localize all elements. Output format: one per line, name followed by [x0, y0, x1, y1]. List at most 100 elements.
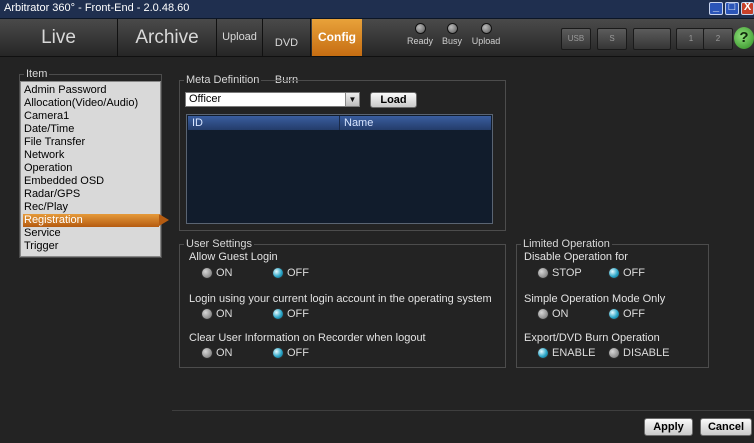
upload-indicator-icon [480, 23, 492, 34]
meta-table: ID Name [186, 114, 493, 224]
disable-operation-off-radio[interactable]: OFF [608, 266, 645, 280]
radio-label: ON [216, 308, 233, 320]
radio-selected-icon [608, 267, 620, 279]
status-ready: Ready [403, 23, 437, 46]
list-item[interactable]: Network [23, 149, 169, 162]
apply-button[interactable]: Apply [644, 418, 693, 436]
limited-operation-title: Limited Operation [521, 238, 612, 250]
list-item-selected[interactable]: Registration [23, 214, 169, 227]
status-ready-label: Ready [406, 36, 433, 46]
radio-label: ON [216, 267, 233, 279]
list-item[interactable]: Operation [23, 162, 169, 175]
busy-indicator-icon [446, 23, 458, 34]
list-item[interactable]: Admin Password [23, 84, 169, 97]
status-upload: Upload [467, 23, 505, 46]
disable-operation-stop-radio[interactable]: STOP [537, 266, 582, 280]
allow-guest-login-label: Allow Guest Login [189, 251, 278, 263]
list-item[interactable]: Embedded OSD [23, 175, 169, 188]
tab-dvd-burn[interactable]: DVD Burn [263, 19, 311, 86]
meta-table-header: ID Name [188, 116, 491, 130]
simple-mode-label: Simple Operation Mode Only [524, 293, 666, 305]
close-icon: X [743, 1, 752, 13]
meta-dropdown[interactable]: Officer ▼ [185, 92, 360, 107]
cancel-button[interactable]: Cancel [700, 418, 752, 436]
export-dvd-disable-radio[interactable]: DISABLE [608, 346, 669, 360]
status-upload-label: Upload [471, 36, 501, 46]
list-item[interactable]: File Transfer [23, 136, 169, 149]
footer-divider [172, 410, 754, 411]
radio-icon [537, 308, 549, 320]
radio-label: ON [216, 347, 233, 359]
login-current-account-label: Login using your current login account i… [189, 293, 492, 305]
radio-icon [608, 347, 620, 359]
window-title-bar: Arbitrator 360° - Front-End - 2.0.48.60 … [0, 0, 754, 19]
list-item[interactable]: Allocation(Video/Audio) [23, 97, 169, 110]
radio-label: OFF [623, 308, 645, 320]
radio-icon [537, 267, 549, 279]
radio-icon [201, 308, 213, 320]
usb-icon[interactable]: USB [561, 28, 591, 50]
login-current-account-off-radio[interactable]: OFF [272, 307, 309, 321]
usb-secondary-icon[interactable]: S [597, 28, 627, 50]
meta-definition-title: Meta Definition [184, 74, 262, 86]
minimize-icon: _ [712, 1, 720, 13]
export-dvd-enable-radio[interactable]: ENABLE [537, 346, 595, 360]
radio-selected-icon [272, 347, 284, 359]
radio-label: OFF [287, 347, 309, 359]
minimize-button[interactable]: _ [709, 1, 723, 15]
window-title: Arbitrator 360° - Front-End - 2.0.48.60 [4, 2, 190, 14]
list-item[interactable]: Radar/GPS [23, 188, 169, 201]
tab-config[interactable]: Config [312, 19, 362, 56]
tab-live[interactable]: Live [0, 19, 118, 56]
clear-user-info-on-radio[interactable]: ON [201, 346, 233, 360]
tab-upload[interactable]: Upload [216, 19, 263, 56]
item-panel: Item Admin Password Allocation(Video/Aud… [19, 68, 169, 258]
list-item[interactable]: Trigger [23, 240, 169, 253]
column-header-id[interactable]: ID [188, 116, 340, 130]
user-settings-title: User Settings [184, 238, 255, 250]
column-header-name[interactable]: Name [340, 116, 491, 130]
clear-user-info-label: Clear User Information on Recorder when … [189, 332, 426, 344]
radio-icon [201, 347, 213, 359]
help-icon[interactable]: ? [734, 27, 754, 49]
meta-dropdown-value: Officer [189, 93, 222, 105]
main-toolbar: Live Archive Upload DVD Burn Config Read… [0, 19, 754, 86]
allow-guest-login-off-radio[interactable]: OFF [272, 266, 309, 280]
radio-label: OFF [287, 267, 309, 279]
close-button[interactable]: X [741, 1, 754, 15]
list-item[interactable]: Rec/Play [23, 201, 169, 214]
ready-indicator-icon [414, 23, 426, 34]
list-item[interactable]: Service [23, 227, 169, 240]
radio-selected-icon [537, 347, 549, 359]
login-current-account-on-radio[interactable]: ON [201, 307, 233, 321]
radio-label: OFF [287, 308, 309, 320]
list-item[interactable]: Camera1 [23, 110, 169, 123]
tab-dvd-burn-line1: DVD [274, 37, 299, 49]
load-button[interactable]: Load [370, 92, 417, 108]
allow-guest-login-on-radio[interactable]: ON [201, 266, 233, 280]
radio-label: DISABLE [623, 347, 670, 359]
maximize-button[interactable]: □ [725, 1, 739, 15]
page-2-icon[interactable]: 2 [703, 28, 733, 50]
status-busy: Busy [437, 23, 467, 46]
page-1-icon[interactable]: 1 [676, 28, 706, 50]
radio-label: STOP [552, 267, 582, 279]
layout-icon[interactable] [633, 28, 671, 50]
clear-user-info-off-radio[interactable]: OFF [272, 346, 309, 360]
simple-mode-on-radio[interactable]: ON [537, 307, 569, 321]
status-busy-label: Busy [441, 36, 462, 46]
radio-selected-icon [608, 308, 620, 320]
list-item[interactable]: Date/Time [23, 123, 169, 136]
radio-label: ENABLE [552, 347, 596, 359]
radio-selected-icon [272, 267, 284, 279]
simple-mode-off-radio[interactable]: OFF [608, 307, 645, 321]
radio-icon [201, 267, 213, 279]
item-panel-title: Item [24, 68, 50, 80]
export-dvd-label: Export/DVD Burn Operation [524, 332, 660, 344]
item-list: Admin Password Allocation(Video/Audio) C… [20, 81, 169, 257]
tab-archive[interactable]: Archive [118, 19, 216, 56]
radio-label: ON [552, 308, 569, 320]
chevron-down-icon[interactable]: ▼ [345, 93, 359, 106]
disable-operation-label: Disable Operation for [524, 251, 628, 263]
maximize-icon: □ [728, 1, 736, 13]
